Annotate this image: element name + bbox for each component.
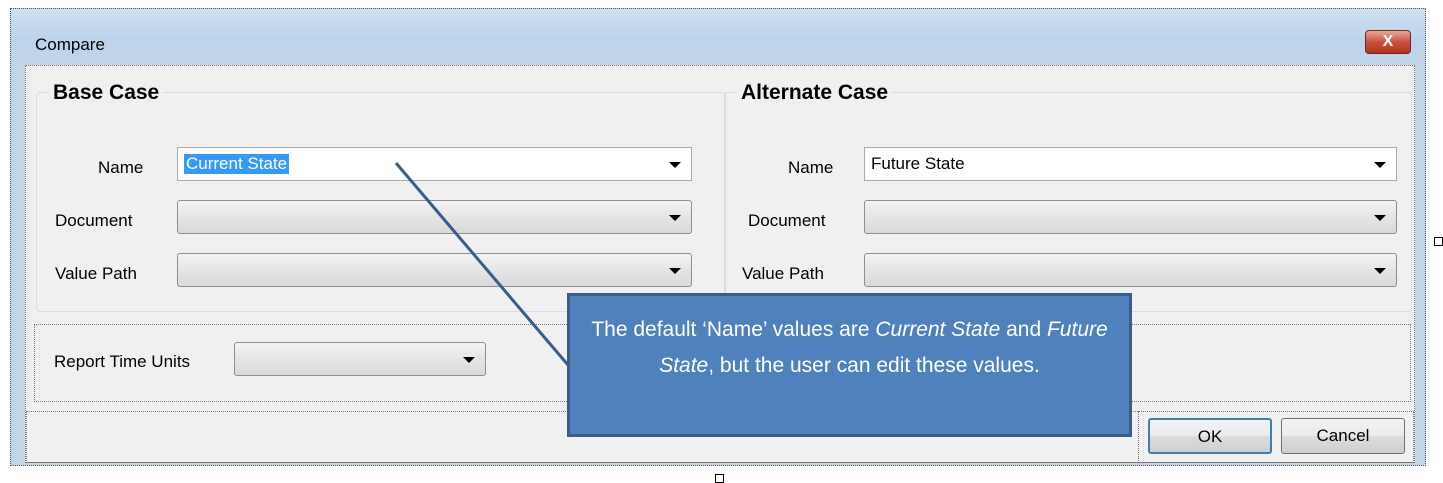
chevron-down-icon[interactable] bbox=[1374, 162, 1386, 168]
resize-handle-bottom[interactable] bbox=[715, 474, 724, 483]
alternate-name-label: Name bbox=[788, 158, 834, 177]
cancel-button[interactable]: Cancel bbox=[1281, 418, 1405, 454]
resize-handle-right[interactable] bbox=[1434, 237, 1443, 246]
chevron-down-icon[interactable] bbox=[463, 357, 475, 363]
alternate-document-combo[interactable] bbox=[864, 200, 1397, 234]
chevron-down-icon[interactable] bbox=[1374, 268, 1386, 274]
base-value-path-combo[interactable] bbox=[177, 253, 692, 287]
annotation-callout: The default ‘Name’ values are Current St… bbox=[567, 293, 1132, 437]
alternate-document-label: Document bbox=[748, 211, 826, 230]
base-value-path-label: Value Path bbox=[55, 264, 137, 283]
base-document-combo[interactable] bbox=[177, 200, 692, 234]
alternate-case-heading: Alternate Case bbox=[737, 81, 893, 105]
base-case-heading: Base Case bbox=[49, 81, 164, 105]
chevron-down-icon[interactable] bbox=[669, 268, 681, 274]
chevron-down-icon[interactable] bbox=[669, 162, 681, 168]
callout-text-1: The default ‘Name’ values are bbox=[591, 318, 876, 341]
callout-text-3: , but the user can edit these values. bbox=[708, 354, 1040, 377]
alternate-value-path-combo[interactable] bbox=[864, 253, 1397, 287]
alternate-value-path-label: Value Path bbox=[742, 264, 824, 283]
close-button[interactable]: X bbox=[1365, 30, 1411, 54]
dialog-title: Compare bbox=[35, 35, 105, 54]
callout-text-2: and bbox=[1000, 318, 1047, 341]
alternate-name-combo[interactable]: Future State bbox=[864, 147, 1397, 181]
report-time-units-combo[interactable] bbox=[234, 342, 486, 376]
close-icon: X bbox=[1382, 33, 1394, 50]
alternate-name-value: Future State bbox=[871, 154, 965, 173]
base-name-value: Current State bbox=[184, 154, 290, 174]
chevron-down-icon[interactable] bbox=[1374, 215, 1386, 221]
base-name-label: Name bbox=[98, 158, 144, 177]
title-bar[interactable]: Compare X bbox=[11, 9, 1425, 54]
callout-current-state: Current State bbox=[875, 318, 1001, 341]
ok-button[interactable]: OK bbox=[1148, 418, 1272, 454]
report-time-units-label: Report Time Units bbox=[54, 352, 191, 371]
chevron-down-icon[interactable] bbox=[669, 215, 681, 221]
base-name-combo[interactable]: Current State bbox=[177, 147, 692, 181]
base-document-label: Document bbox=[55, 211, 133, 230]
